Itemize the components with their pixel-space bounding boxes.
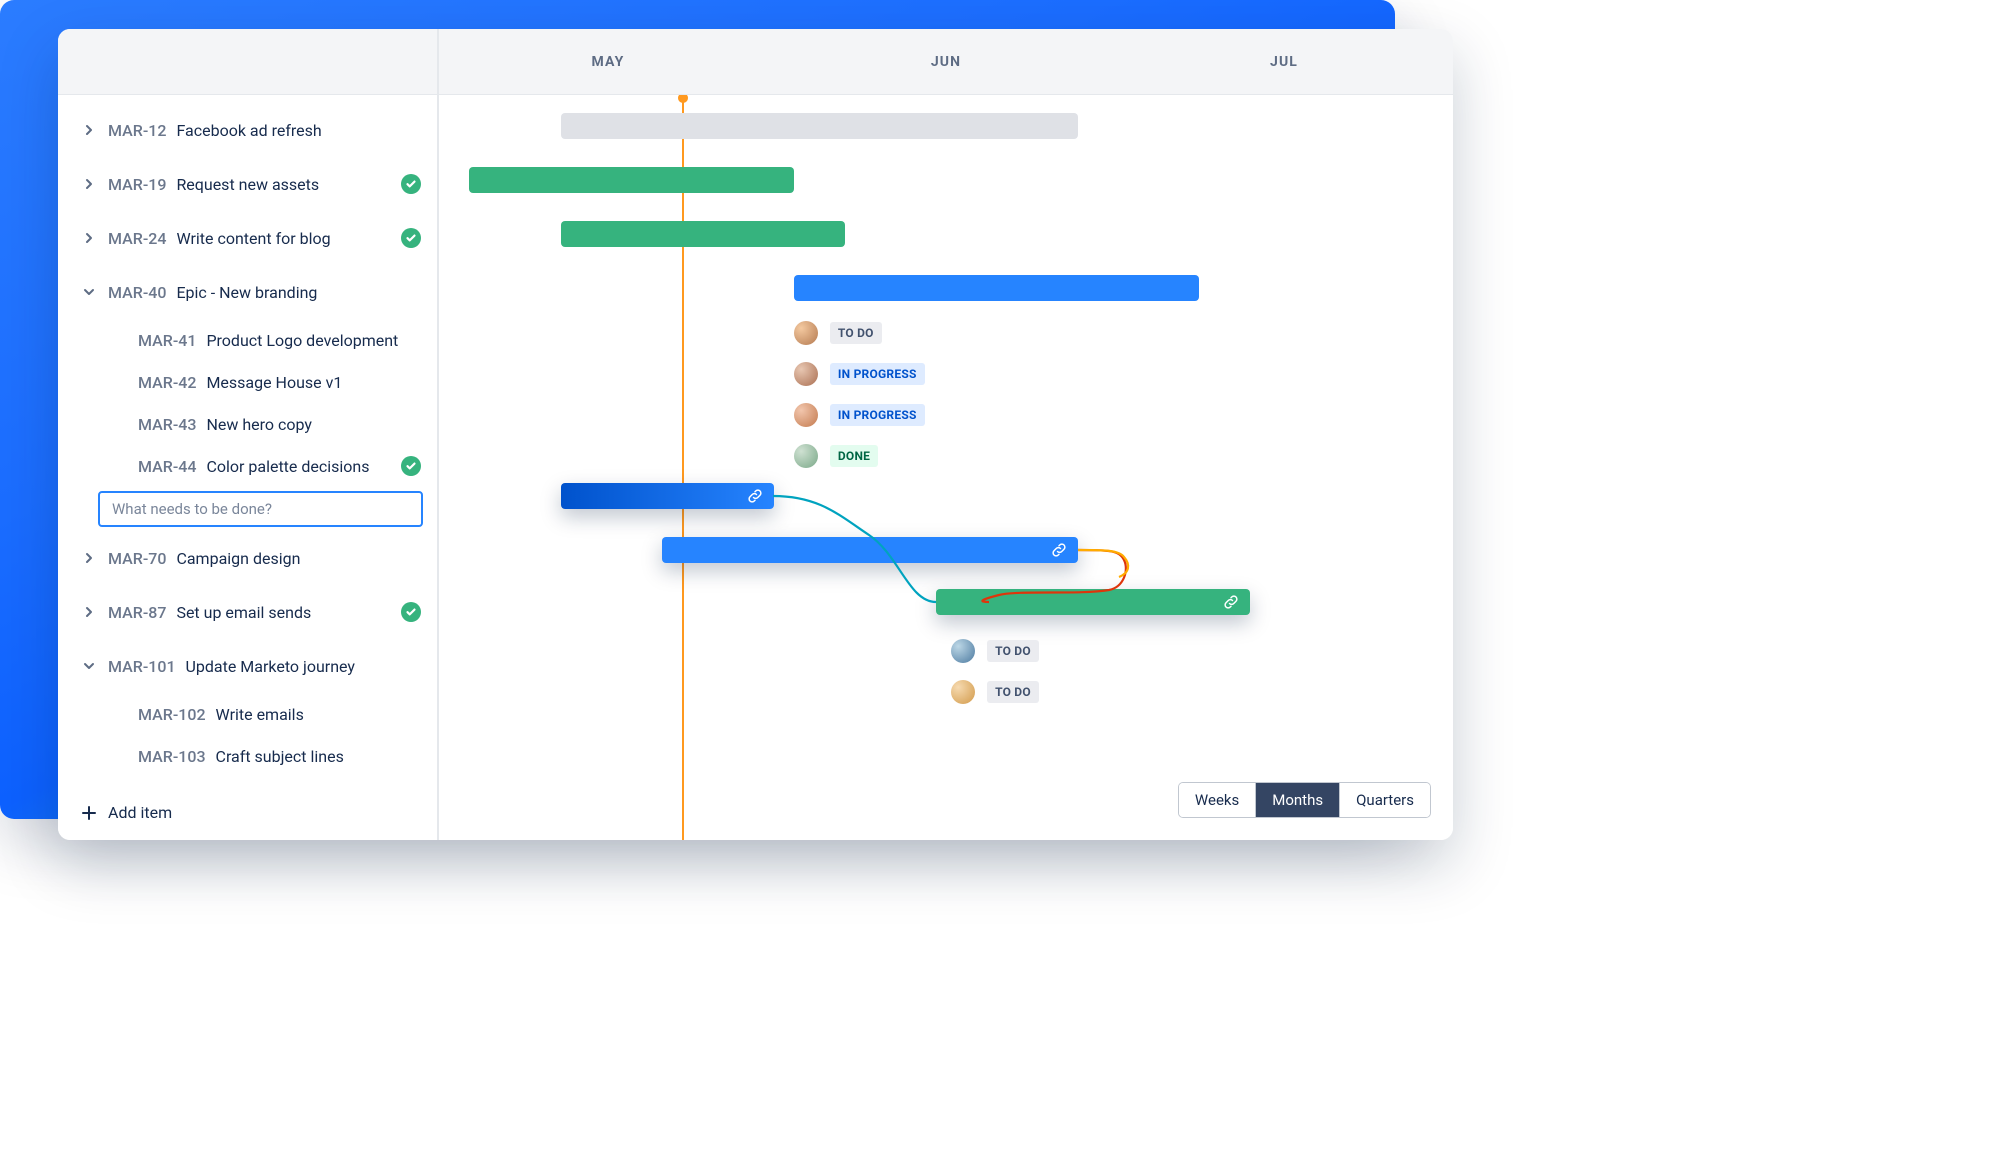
assignee-avatar[interactable]	[951, 639, 975, 663]
today-marker-dot	[678, 95, 688, 103]
chevron-down-icon[interactable]	[80, 657, 98, 675]
roadmap-panel: MAY JUN JUL MAR-12 Facebook ad refresh M…	[58, 29, 1453, 840]
dependency-link-3	[439, 95, 1453, 840]
issue-title: Set up email sends	[176, 603, 311, 622]
new-issue-input-row	[58, 487, 437, 531]
assignee-avatar[interactable]	[794, 321, 818, 345]
done-check-icon	[401, 602, 421, 622]
gantt-bar-mar-70[interactable]	[662, 537, 1078, 563]
link-icon	[746, 487, 764, 505]
status-badge-todo[interactable]: TO DO	[987, 640, 1039, 662]
link-icon	[1222, 593, 1240, 611]
issue-title: Facebook ad refresh	[176, 121, 321, 140]
timeline-header: MAY JUN JUL	[58, 29, 1453, 95]
zoom-segmented-control: Weeks Months Quarters	[1178, 782, 1431, 818]
assignee-avatar[interactable]	[794, 403, 818, 427]
issue-key: MAR-87	[108, 603, 166, 622]
add-item-label: Add item	[108, 803, 172, 822]
chevron-right-icon[interactable]	[80, 121, 98, 139]
status-badge-done[interactable]: DONE	[830, 445, 878, 467]
done-check-icon	[401, 228, 421, 248]
assignee-avatar[interactable]	[794, 444, 818, 468]
gantt-bar-mar-87[interactable]	[936, 589, 1250, 615]
issue-row-mar-44[interactable]: MAR-44 Color palette decisions	[58, 445, 437, 487]
link-icon	[1050, 541, 1068, 559]
issue-row-mar-42[interactable]: MAR-42 Message House v1	[58, 361, 437, 403]
issue-row-mar-43[interactable]: MAR-43 New hero copy	[58, 403, 437, 445]
add-item-button[interactable]: Add item	[80, 803, 172, 822]
status-badge-inprogress[interactable]: IN PROGRESS	[830, 363, 925, 385]
issue-key: MAR-42	[138, 373, 196, 392]
chevron-right-icon[interactable]	[80, 549, 98, 567]
new-issue-input[interactable]	[98, 491, 423, 527]
issue-row-mar-87[interactable]: MAR-87 Set up email sends	[58, 585, 437, 639]
issue-title: Product Logo development	[206, 331, 398, 350]
gantt-bar-mar-40[interactable]	[794, 275, 1200, 301]
gantt-bar-mar-19[interactable]	[469, 167, 793, 193]
issue-key: MAR-101	[108, 657, 176, 676]
issue-row-mar-12[interactable]: MAR-12 Facebook ad refresh	[58, 103, 437, 157]
issue-title: Epic - New branding	[176, 283, 317, 302]
status-badge-todo[interactable]: TO DO	[830, 322, 882, 344]
assignee-avatar[interactable]	[794, 362, 818, 386]
month-column-jul: JUL	[1115, 29, 1453, 94]
issue-row-mar-101[interactable]: MAR-101 Update Marketo journey	[58, 639, 437, 693]
issue-key: MAR-40	[108, 283, 166, 302]
done-check-icon	[401, 456, 421, 476]
zoom-quarters-button[interactable]: Quarters	[1339, 783, 1430, 817]
issue-row-mar-103[interactable]: MAR-103 Craft subject lines	[58, 735, 437, 777]
issue-title: Write content for blog	[176, 229, 330, 248]
issue-row-mar-70[interactable]: MAR-70 Campaign design	[58, 531, 437, 585]
header-sidebar-spacer	[58, 29, 439, 94]
issue-key: MAR-43	[138, 415, 196, 434]
issue-key: MAR-102	[138, 705, 206, 724]
issue-title: Write emails	[216, 705, 304, 724]
status-badge-inprogress[interactable]: IN PROGRESS	[830, 404, 925, 426]
month-column-may: MAY	[439, 29, 777, 94]
month-column-jun: JUN	[777, 29, 1115, 94]
chevron-down-icon[interactable]	[80, 283, 98, 301]
issue-title: New hero copy	[206, 415, 312, 434]
done-check-icon	[401, 174, 421, 194]
gantt-bar-new-item[interactable]	[561, 483, 774, 509]
plus-icon	[80, 804, 98, 822]
issue-sidebar: MAR-12 Facebook ad refresh MAR-19 Reques…	[58, 95, 439, 840]
chevron-right-icon[interactable]	[80, 175, 98, 193]
issue-key: MAR-19	[108, 175, 166, 194]
issue-title: Campaign design	[176, 549, 300, 568]
issue-key: MAR-12	[108, 121, 166, 140]
issue-row-mar-24[interactable]: MAR-24 Write content for blog	[58, 211, 437, 265]
issue-row-mar-19[interactable]: MAR-19 Request new assets	[58, 157, 437, 211]
timeline-canvas[interactable]: TO DO IN PROGRESS IN PROGRESS DONE TO	[439, 95, 1453, 840]
issue-row-mar-40[interactable]: MAR-40 Epic - New branding	[58, 265, 437, 319]
issue-title: Color palette decisions	[206, 457, 369, 476]
assignee-avatar[interactable]	[951, 680, 975, 704]
issue-key: MAR-44	[138, 457, 196, 476]
issue-title: Craft subject lines	[216, 747, 344, 766]
zoom-months-button[interactable]: Months	[1255, 783, 1339, 817]
issue-title: Message House v1	[206, 373, 342, 392]
gantt-bar-mar-24[interactable]	[561, 221, 845, 247]
issue-row-mar-102[interactable]: MAR-102 Write emails	[58, 693, 437, 735]
issue-row-mar-41[interactable]: MAR-41 Product Logo development	[58, 319, 437, 361]
issue-key: MAR-70	[108, 549, 166, 568]
issue-key: MAR-41	[138, 331, 196, 350]
issue-title: Request new assets	[176, 175, 319, 194]
status-badge-todo[interactable]: TO DO	[987, 681, 1039, 703]
zoom-weeks-button[interactable]: Weeks	[1179, 783, 1255, 817]
gantt-bar-mar-12[interactable]	[561, 113, 1078, 139]
dependency-link-2	[439, 95, 1453, 840]
issue-key: MAR-103	[138, 747, 206, 766]
dependency-link-1	[439, 95, 1453, 840]
issue-key: MAR-24	[108, 229, 166, 248]
chevron-right-icon[interactable]	[80, 229, 98, 247]
issue-title: Update Marketo journey	[186, 657, 355, 676]
today-marker-line	[682, 95, 684, 840]
chevron-right-icon[interactable]	[80, 603, 98, 621]
